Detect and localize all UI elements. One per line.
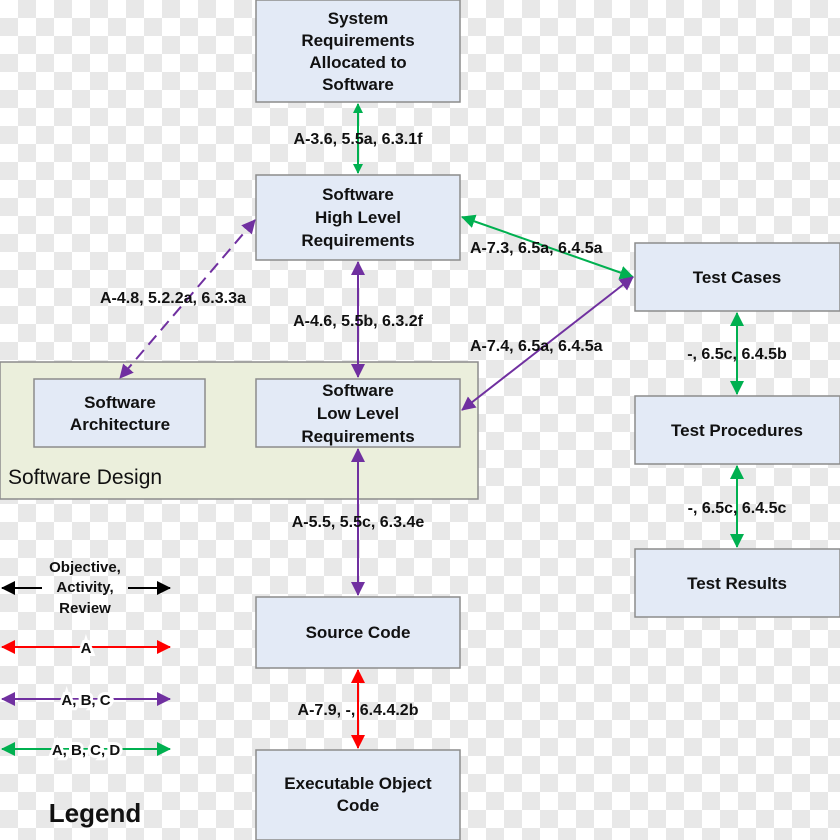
box-text: Source Code	[306, 623, 411, 642]
box-text: Software	[322, 185, 394, 204]
box-text: Software	[322, 75, 394, 94]
legend-title: Legend	[49, 798, 141, 828]
software-design-label: Software Design	[8, 466, 162, 489]
box-text: Allocated to	[309, 53, 406, 72]
arrow-label: A-5.5, 5.5c, 6.3.4e	[292, 514, 425, 531]
system-requirements-box: System Requirements Allocated to Softwar…	[255, 0, 461, 103]
software-architecture-box: Software Architecture	[33, 378, 206, 448]
box-text: Software	[322, 381, 394, 400]
legend-objective-text: Activity,	[56, 579, 113, 596]
box-text: Requirements	[301, 231, 414, 250]
legend-a-text: A	[81, 640, 92, 657]
arrow-label: A-7.4, 6.5a, 6.4.5a	[470, 338, 603, 355]
executable-object-code-box: Executable Object Code	[255, 749, 461, 840]
box-text: Code	[337, 796, 380, 815]
arrow-label: A-3.6, 5.5a, 6.3.1f	[294, 131, 424, 148]
box-text: Requirements	[301, 427, 414, 446]
test-procedures-box: Test Procedures	[634, 395, 840, 465]
source-code-box: Source Code	[255, 596, 461, 669]
test-cases-box: Test Cases	[634, 242, 840, 312]
box-text: Executable Object	[284, 774, 432, 793]
high-level-requirements-box: Software High Level Requirements	[255, 174, 461, 261]
box-text: Test Results	[687, 574, 787, 593]
arrow-label: A-4.8, 5.2.2a, 6.3.3a	[100, 290, 246, 307]
box-text: Low Level	[317, 404, 399, 423]
low-level-requirements-box: Software Low Level Requirements	[255, 378, 461, 448]
box-text: Test Cases	[693, 268, 782, 287]
arrow-label: -, 6.5c, 6.4.5c	[688, 500, 787, 517]
legend-abc-text: A, B, C	[61, 692, 110, 709]
box-text: Software	[84, 393, 156, 412]
diagram: Software Design System Requirements Allo…	[0, 0, 840, 840]
legend-abcd-text: A, B, C, D	[52, 742, 121, 759]
arrow-label: A-4.6, 5.5b, 6.3.2f	[293, 313, 424, 330]
box-text: System	[328, 9, 388, 28]
box-text: Requirements	[301, 31, 414, 50]
arrow-label: A-7.3, 6.5a, 6.4.5a	[470, 240, 603, 257]
arrow-label: A-7.9, -, 6.4.4.2b	[298, 702, 419, 719]
legend: Objective, Activity, Review A A, B, C A,…	[1, 559, 171, 828]
legend-objective-text: Objective,	[49, 559, 121, 576]
box-text: Architecture	[70, 415, 170, 434]
box-text: Test Procedures	[671, 421, 803, 440]
arrow-label: -, 6.5c, 6.4.5b	[687, 346, 787, 363]
box-text: High Level	[315, 208, 401, 227]
test-results-box: Test Results	[634, 548, 840, 618]
legend-objective-text: Review	[59, 600, 111, 617]
